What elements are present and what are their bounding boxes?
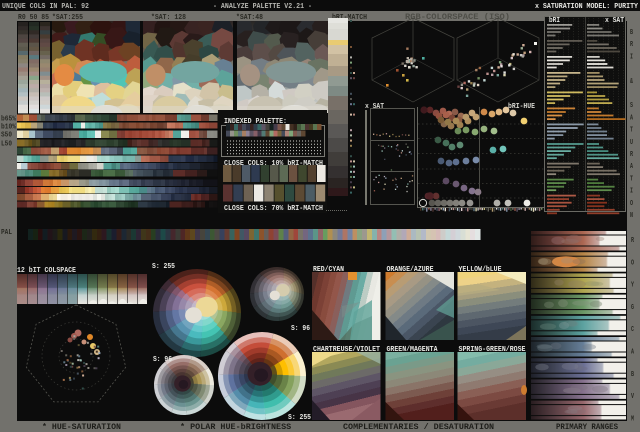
svg-text:S50: S50 xyxy=(1,132,12,140)
svg-text:bRI: bRI xyxy=(549,17,560,25)
svg-text:S: 255: S: 255 xyxy=(288,414,311,422)
svg-text:x SAT: x SAT xyxy=(365,103,384,111)
svg-text:b65%: b65% xyxy=(1,116,17,124)
svg-text:S: 96: S: 96 xyxy=(291,325,310,333)
svg-text:C: C xyxy=(631,326,634,334)
svg-text:*SAT: 128: *SAT: 128 xyxy=(151,14,186,22)
svg-text:x SAT: x SAT xyxy=(605,17,624,25)
svg-text:PAL: PAL xyxy=(1,229,12,237)
svg-text:*SAT:255: *SAT:255 xyxy=(52,14,83,22)
svg-text:O: O xyxy=(630,200,633,208)
svg-text:* POLAR HUE-bRIGHTNESS: * POLAR HUE-bRIGHTNESS xyxy=(180,423,291,432)
svg-text:x SATURATION MODEL: PURITY: x SATURATION MODEL: PURITY xyxy=(535,3,639,11)
svg-text:U: U xyxy=(630,139,633,147)
svg-text:R0 50 85: R0 50 85 xyxy=(18,14,49,22)
svg-text:T: T xyxy=(630,127,633,135)
svg-text:S: 96: S: 96 xyxy=(153,356,172,364)
svg-text:S: 255: S: 255 xyxy=(152,263,175,271)
svg-text:* HUE-SATURATION: * HUE-SATURATION xyxy=(42,423,121,432)
svg-text:M: M xyxy=(631,415,634,423)
svg-text:PRIMARY RANGES: PRIMARY RANGES xyxy=(556,423,618,432)
svg-text:RGB-COLORSPACE (ISO): RGB-COLORSPACE (ISO) xyxy=(405,13,510,22)
svg-text:I: I xyxy=(630,53,633,61)
svg-text:S: S xyxy=(630,102,633,110)
svg-text:12 bIT COLSPACE: 12 bIT COLSPACE xyxy=(17,267,76,275)
svg-text:O: O xyxy=(631,259,634,267)
svg-text:L50: L50 xyxy=(1,140,12,148)
svg-text:CLOSE COLS: 70% bRI-MATCH: CLOSE COLS: 70% bRI-MATCH xyxy=(224,205,323,213)
svg-text:G: G xyxy=(631,304,634,312)
svg-text:UNIQUE COLS IN PAL: 92: UNIQUE COLS IN PAL: 92 xyxy=(2,3,89,11)
svg-text:- ANALYZE PALETTE V2.21 -: - ANALYZE PALETTE V2.21 - xyxy=(213,3,312,11)
svg-text:N: N xyxy=(630,212,633,220)
svg-text:b10%: b10% xyxy=(1,123,17,131)
svg-text:T: T xyxy=(630,175,633,183)
svg-text:COMPLEMENTARIES / DESATURATION: COMPLEMENTARIES / DESATURATION xyxy=(343,423,494,432)
svg-text:I: I xyxy=(630,188,633,196)
svg-text:*SAT:48: *SAT:48 xyxy=(236,14,263,22)
